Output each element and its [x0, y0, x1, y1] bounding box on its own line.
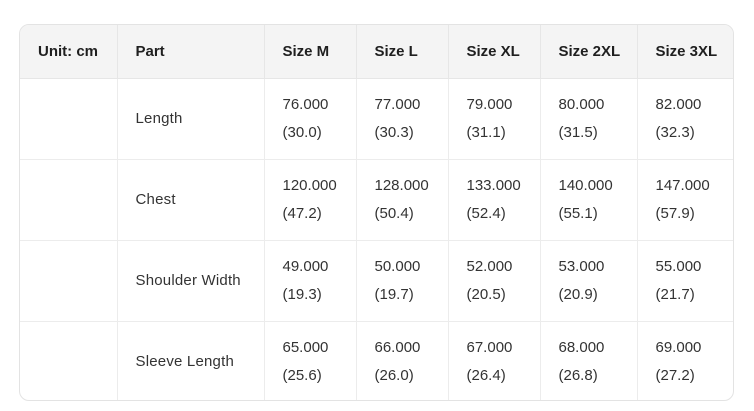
inch-value: (31.1)	[466, 123, 506, 141]
inch-value: (32.3)	[655, 123, 695, 141]
cm-value: 76.000	[282, 95, 329, 113]
inch-value: (30.0)	[282, 123, 322, 141]
cm-value: 147.000	[655, 176, 710, 194]
cm-value: 128.000	[374, 176, 429, 194]
unit-cell	[20, 240, 118, 322]
unit-cell	[20, 159, 118, 241]
header-part: Part	[117, 25, 265, 79]
table-row: Chest 120.000 (47.2) 128.000 (50.4) 133.00…	[20, 159, 733, 241]
cm-value: 82.000	[655, 95, 702, 113]
inch-value: (52.4)	[466, 204, 506, 222]
cm-value: 140.000	[558, 176, 613, 194]
value-cell: 79.000 (31.1)	[448, 78, 541, 160]
table-row: Length 76.000 (30.0) 77.000 (30.3) 79.000 (…	[20, 78, 733, 160]
unit-cell	[20, 78, 118, 160]
inch-value: (20.5)	[466, 285, 506, 303]
unit-cell	[20, 321, 118, 400]
cm-value: 53.000	[558, 257, 605, 275]
header-size-m: Size M	[264, 25, 357, 79]
inch-value: (21.7)	[655, 285, 695, 303]
inch-value: (26.0)	[374, 366, 414, 384]
cm-value: 55.000	[655, 257, 702, 275]
table-row: Sleeve Length 65.000 (25.6) 66.000 (26.0) …	[20, 321, 733, 400]
value-cell: 67.000 (26.4)	[448, 321, 541, 400]
value-cell: 68.000 (26.8)	[540, 321, 638, 400]
value-cell: 77.000 (30.3)	[356, 78, 449, 160]
inch-value: (26.8)	[558, 366, 598, 384]
value-cell: 133.000 (52.4)	[448, 159, 541, 241]
inch-value: (27.2)	[655, 366, 695, 384]
inch-value: (19.3)	[282, 285, 322, 303]
value-cell: 55.000 (21.7)	[637, 240, 733, 322]
cm-value: 80.000	[558, 95, 605, 113]
inch-value: (50.4)	[374, 204, 414, 222]
header-size-xl: Size XL	[448, 25, 541, 79]
cm-value: 49.000	[282, 257, 329, 275]
size-table: Unit: cm Part Size M Size L Size XL Size…	[20, 25, 733, 400]
cm-value: 52.000	[466, 257, 513, 275]
value-cell: 50.000 (19.7)	[356, 240, 449, 322]
header-size-l: Size L	[356, 25, 449, 79]
cm-value: 50.000	[374, 257, 421, 275]
inch-value: (47.2)	[282, 204, 322, 222]
cm-value: 66.000	[374, 338, 421, 356]
inch-value: (25.6)	[282, 366, 322, 384]
value-cell: 147.000 (57.9)	[637, 159, 733, 241]
value-cell: 82.000 (32.3)	[637, 78, 733, 160]
cm-value: 77.000	[374, 95, 421, 113]
value-cell: 52.000 (20.5)	[448, 240, 541, 322]
header-size-2xl: Size 2XL	[540, 25, 638, 79]
value-cell: 80.000 (31.5)	[540, 78, 638, 160]
cm-value: 67.000	[466, 338, 513, 356]
header-row: Unit: cm Part Size M Size L Size XL Size…	[20, 25, 733, 79]
inch-value: (57.9)	[655, 204, 695, 222]
table-row: Shoulder Width 49.000 (19.3) 50.000 (19.7)…	[20, 240, 733, 322]
value-cell: 140.000 (55.1)	[540, 159, 638, 241]
cm-value: 65.000	[282, 338, 329, 356]
value-cell: 65.000 (25.6)	[264, 321, 357, 400]
inch-value: (31.5)	[558, 123, 598, 141]
inch-value: (55.1)	[558, 204, 598, 222]
cm-value: 79.000	[466, 95, 513, 113]
inch-value: (20.9)	[558, 285, 598, 303]
value-cell: 49.000 (19.3)	[264, 240, 357, 322]
part-cell: Chest	[117, 159, 265, 241]
value-cell: 69.000 (27.2)	[637, 321, 733, 400]
cm-value: 68.000	[558, 338, 605, 356]
value-cell: 66.000 (26.0)	[356, 321, 449, 400]
cm-value: 133.000	[466, 176, 521, 194]
cm-value: 69.000	[655, 338, 702, 356]
inch-value: (19.7)	[374, 285, 414, 303]
cm-value: 120.000	[282, 176, 337, 194]
value-cell: 128.000 (50.4)	[356, 159, 449, 241]
part-cell: Sleeve Length	[117, 321, 265, 400]
inch-value: (26.4)	[466, 366, 506, 384]
inch-value: (30.3)	[374, 123, 414, 141]
part-cell: Length	[117, 78, 265, 160]
header-unit: Unit: cm	[20, 25, 118, 79]
part-cell: Shoulder Width	[117, 240, 265, 322]
value-cell: 120.000 (47.2)	[264, 159, 357, 241]
value-cell: 53.000 (20.9)	[540, 240, 638, 322]
size-chart-table: Unit: cm Part Size M Size L Size XL Size…	[19, 24, 734, 401]
value-cell: 76.000 (30.0)	[264, 78, 357, 160]
header-size-3xl: Size 3XL	[637, 25, 733, 79]
